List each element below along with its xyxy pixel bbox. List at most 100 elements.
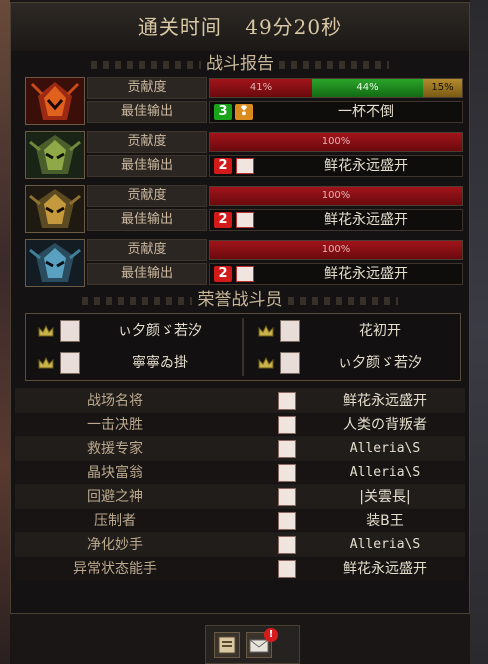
- award-row[interactable]: 压制者 装B王: [15, 508, 465, 532]
- player-report-4[interactable]: 贡献度 100% 最佳输出 2 鲜花永远盛开: [25, 239, 465, 289]
- honor-members-box: ぃ夕颜ゞ若汐 花初开 寧寧ゐ掛 ぃ夕颜ゞ若汐: [25, 313, 461, 381]
- best-output-row: 最佳输出 3 ❢ 一杯不倒: [87, 101, 463, 123]
- contribution-bar: 100%: [209, 132, 463, 152]
- award-row[interactable]: 一击决胜 人类の背叛者: [15, 412, 465, 436]
- contribution-row: 贡献度 100%: [87, 131, 463, 153]
- best-output-row: 最佳输出 2 鲜花永远盛开: [87, 155, 463, 177]
- background-left-edge: [0, 0, 10, 664]
- class-icon: ❢: [235, 104, 253, 120]
- honor-member-name: ぃ夕颜ゞ若汐: [118, 323, 202, 339]
- contribution-row: 贡献度 100%: [87, 239, 463, 261]
- bottom-quickbar: !: [205, 625, 300, 664]
- dungeon-result-panel: 通关时间 49分20秒 战斗报告 贡献度 41% 44% 15% 最佳输出 3 …: [10, 2, 470, 614]
- player-report-3[interactable]: 贡献度 100% 最佳输出 2 鲜花永远盛开: [25, 185, 465, 235]
- honor-member[interactable]: ぃ夕颜ゞ若汐: [26, 318, 238, 346]
- contribution-bar: 100%: [209, 186, 463, 206]
- best-output-label: 最佳输出: [87, 101, 207, 123]
- best-output-row: 最佳输出 2 鲜花永远盛开: [87, 209, 463, 231]
- honor-member-name: 寧寧ゐ掛: [132, 355, 188, 371]
- clear-time-header: 通关时间 49分20秒: [11, 3, 469, 51]
- best-output-row: 最佳输出 2 鲜花永远盛开: [87, 263, 463, 285]
- award-row[interactable]: 晶块富翁 Alleria\S: [15, 460, 465, 484]
- award-label: 战场名将: [87, 393, 143, 409]
- rank-badge: 2: [214, 266, 232, 282]
- ornament-left: [82, 296, 193, 305]
- best-output-name: 鲜花永远盛开: [324, 158, 408, 174]
- awards-list: 战场名将 鲜花永远盛开 一击决胜 人类の背叛者 救援专家 Alleria\S 晶…: [15, 388, 465, 580]
- crimson-helm-portrait: [25, 77, 85, 125]
- player-report-1[interactable]: 贡献度 41% 44% 15% 最佳输出 3 ❢ 一杯不倒: [25, 77, 465, 127]
- honor-label: 荣誉战斗员: [197, 290, 283, 310]
- award-label: 救援专家: [87, 441, 143, 457]
- award-row[interactable]: 回避之神 |关雲長|: [15, 484, 465, 508]
- avatar: [278, 560, 296, 578]
- award-winner: Alleria\S: [349, 537, 421, 552]
- contribution-label: 贡献度: [87, 239, 207, 261]
- award-row[interactable]: 净化妙手 Alleria\S: [15, 532, 465, 556]
- contribution-segment-red: 100%: [210, 241, 462, 259]
- avatar: [278, 536, 296, 554]
- best-output-label: 最佳输出: [87, 263, 207, 285]
- clear-time-value: 49分20秒: [245, 15, 343, 39]
- crown-icon: [258, 357, 274, 369]
- ornament-left: [90, 60, 201, 69]
- avatar: [280, 352, 300, 374]
- contribution-row: 贡献度 41% 44% 15%: [87, 77, 463, 99]
- gold-helm-portrait: [25, 185, 85, 233]
- honor-member-name: 花初开: [359, 323, 401, 339]
- ornament-right: [287, 296, 398, 305]
- clear-time-label: 通关时间: [137, 15, 222, 39]
- award-label: 一击决胜: [87, 417, 143, 433]
- battle-report-title: 战斗报告: [11, 51, 469, 77]
- award-label: 异常状态能手: [73, 561, 157, 577]
- contribution-bar: 41% 44% 15%: [209, 78, 463, 98]
- avatar: [236, 158, 254, 174]
- rank-badge: 2: [214, 158, 232, 174]
- award-winner: |关雲長|: [359, 489, 411, 505]
- avatar: [60, 352, 80, 374]
- contribution-label: 贡献度: [87, 185, 207, 207]
- divider: [242, 318, 244, 376]
- best-output-name: 鲜花永远盛开: [324, 212, 408, 228]
- avatar: [278, 392, 296, 410]
- crown-icon: [38, 357, 54, 369]
- best-output-box: 2 鲜花永远盛开: [209, 263, 463, 285]
- contribution-segment-red: 41%: [210, 79, 312, 97]
- award-row[interactable]: 战场名将 鲜花永远盛开: [15, 388, 465, 412]
- crown-icon: [258, 325, 274, 337]
- avatar: [236, 266, 254, 282]
- background-right-edge: [470, 0, 488, 664]
- honor-member[interactable]: ぃ夕颜ゞ若汐: [246, 350, 458, 378]
- best-output-name: 鲜花永远盛开: [324, 266, 408, 282]
- avatar: [278, 416, 296, 434]
- player-report-2[interactable]: 贡献度 100% 最佳输出 2 鲜花永远盛开: [25, 131, 465, 181]
- award-winner: 鲜花永远盛开: [343, 393, 427, 409]
- award-winner: Alleria\S: [349, 465, 421, 480]
- honor-member[interactable]: 寧寧ゐ掛: [26, 350, 238, 378]
- avatar: [278, 440, 296, 458]
- best-output-box: 2 鲜花永远盛开: [209, 209, 463, 231]
- award-row[interactable]: 异常状态能手 鲜花永远盛开: [15, 556, 465, 580]
- award-winner: 鲜花永远盛开: [343, 561, 427, 577]
- award-row[interactable]: 救援专家 Alleria\S: [15, 436, 465, 460]
- green-helm-portrait: [25, 131, 85, 179]
- avatar: [278, 488, 296, 506]
- best-output-box: 3 ❢ 一杯不倒: [209, 101, 463, 123]
- honor-member[interactable]: 花初开: [246, 318, 458, 346]
- award-label: 晶块富翁: [87, 465, 143, 481]
- battle-report-label: 战斗报告: [206, 54, 274, 74]
- best-output-label: 最佳输出: [87, 209, 207, 231]
- character-info-button[interactable]: [214, 632, 240, 658]
- contribution-segment-red: 100%: [210, 187, 462, 205]
- avatar: [60, 320, 80, 342]
- contribution-segment-red: 100%: [210, 133, 462, 151]
- blue-helm-portrait: [25, 239, 85, 287]
- award-winner: 人类の背叛者: [343, 417, 427, 433]
- avatar: [278, 464, 296, 482]
- award-winner: 装B王: [366, 513, 404, 529]
- avatar: [236, 212, 254, 228]
- contribution-segment-green: 44%: [312, 79, 423, 97]
- ornament-right: [279, 60, 390, 69]
- award-label: 回避之神: [87, 489, 143, 505]
- award-winner: Alleria\S: [349, 441, 421, 456]
